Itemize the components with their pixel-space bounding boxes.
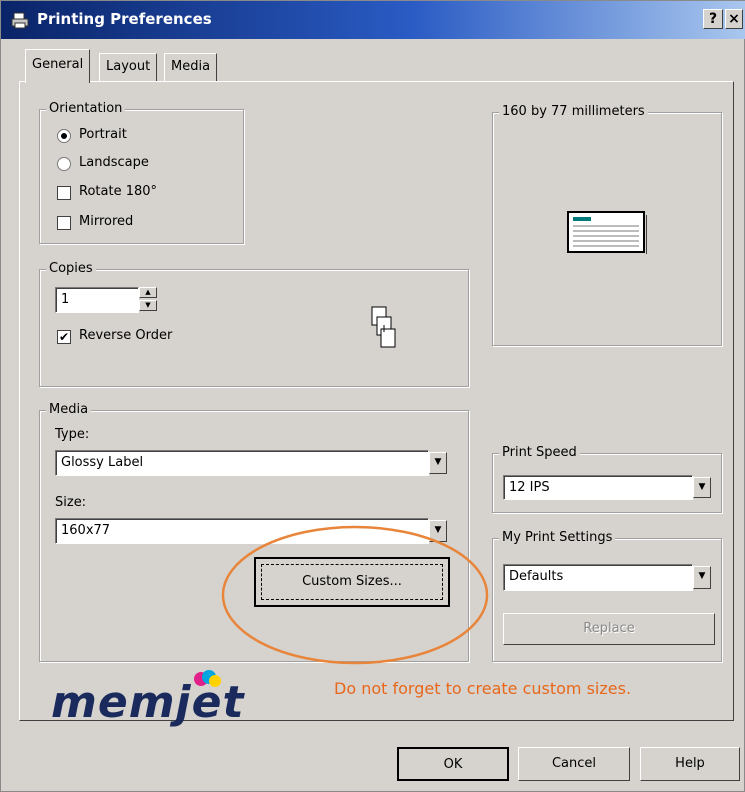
highlight-ellipse (221, 525, 489, 665)
memjet-logo: memjet (51, 677, 245, 728)
media-type-label: Type: (55, 427, 90, 442)
cancel-button[interactable]: Cancel (518, 747, 630, 781)
landscape-radio[interactable] (57, 157, 71, 171)
my-print-settings-dropdown-button[interactable]: ▼ (693, 566, 711, 589)
printer-icon (11, 12, 29, 29)
printing-preferences-window: Printing Preferences ? × General Layout … (0, 0, 745, 792)
title-bar[interactable]: Printing Preferences ? × (1, 1, 745, 39)
portrait-radio[interactable] (57, 129, 71, 143)
media-legend: Media (46, 402, 92, 417)
rotate-180-label[interactable]: Rotate 180° (79, 184, 157, 199)
landscape-label[interactable]: Landscape (79, 155, 149, 170)
print-speed-dropdown-button[interactable]: ▼ (693, 477, 711, 498)
mirrored-label[interactable]: Mirrored (79, 214, 133, 229)
replace-button[interactable]: Replace (503, 613, 715, 645)
tab-general[interactable]: General (25, 49, 91, 83)
media-type-select[interactable]: Glossy Label (55, 450, 429, 476)
copies-spin-down[interactable]: ▼ (139, 300, 157, 311)
label-preview-icon (567, 211, 647, 254)
collate-pages-icon (371, 306, 396, 348)
copies-spin-up[interactable]: ▲ (139, 287, 157, 298)
portrait-label[interactable]: Portrait (79, 127, 127, 142)
print-speed-select[interactable]: 12 IPS (503, 475, 693, 500)
ok-button[interactable]: OK (397, 747, 509, 781)
preview-legend: 160 by 77 millimeters (499, 104, 648, 119)
orientation-legend: Orientation (46, 101, 126, 116)
close-title-button[interactable]: × (725, 9, 743, 29)
mirrored-checkbox[interactable] (57, 216, 71, 230)
rotate-180-checkbox[interactable] (57, 186, 71, 200)
reverse-order-label[interactable]: Reverse Order (79, 328, 172, 343)
media-size-label: Size: (55, 495, 87, 510)
tab-media[interactable]: Media (164, 53, 218, 81)
tab-layout[interactable]: Layout (99, 53, 158, 81)
media-type-dropdown-button[interactable]: ▼ (429, 452, 447, 474)
help-button[interactable]: Help (640, 747, 740, 781)
copies-legend: Copies (46, 261, 96, 276)
my-print-settings-legend: My Print Settings (499, 530, 616, 545)
my-print-settings-select[interactable]: Defaults (503, 564, 693, 591)
copies-input[interactable]: 1 (55, 287, 139, 313)
reverse-order-checkbox[interactable]: ✔ (57, 330, 71, 344)
window-title: Printing Preferences (37, 10, 212, 28)
annotation-text: Do not forget to create custom sizes. (334, 679, 632, 698)
print-speed-legend: Print Speed (499, 445, 580, 460)
help-title-button[interactable]: ? (703, 9, 723, 29)
